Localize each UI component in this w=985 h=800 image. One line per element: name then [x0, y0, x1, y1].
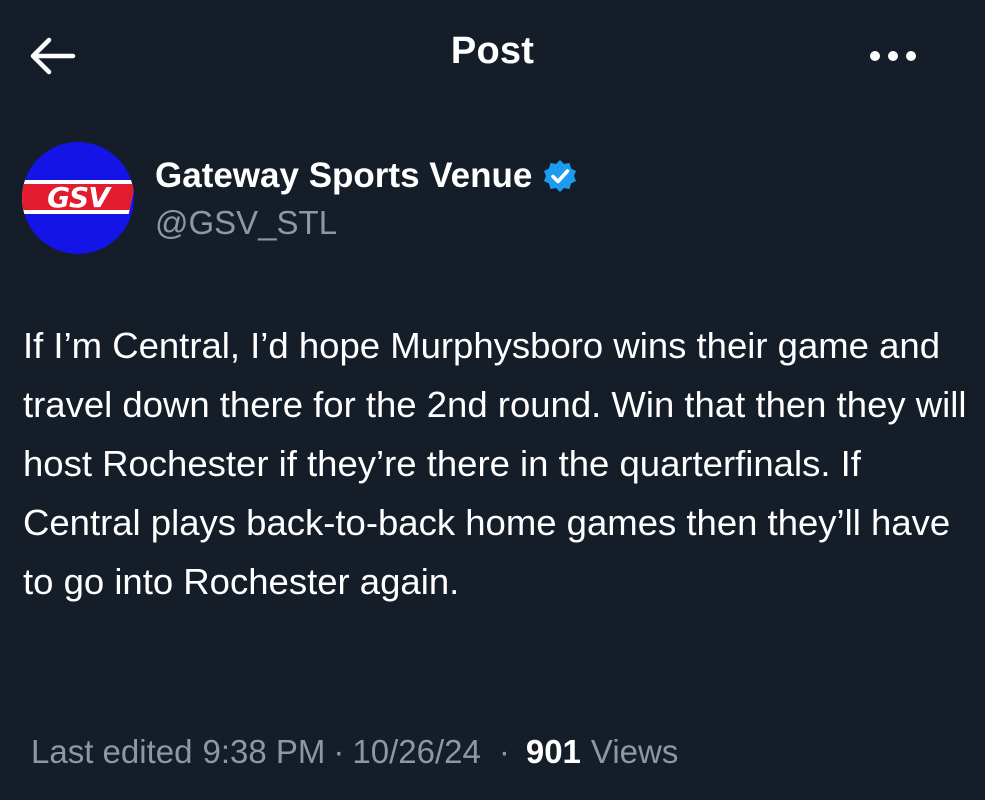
post-page: Post GSV Gateway Sports Venue @GSV_STL I… [0, 0, 985, 800]
gsv-logo-icon: GSV [22, 142, 134, 254]
verified-badge-icon [542, 158, 578, 194]
tweet-text: If I’m Central, I’d hope Murphysboro win… [23, 325, 967, 602]
meta-separator: · [498, 733, 510, 770]
top-bar: Post [0, 0, 985, 112]
svg-text:GSV: GSV [47, 181, 112, 214]
author-handle[interactable]: @GSV_STL [155, 204, 337, 242]
author-name-row[interactable]: Gateway Sports Venue [155, 156, 578, 196]
tweet-meta: Last edited 9:38 PM · 10/26/24 · 901 Vie… [31, 733, 678, 771]
avatar[interactable]: GSV [22, 142, 134, 254]
tweet-date: 10/26/24 [352, 733, 481, 770]
meta-separator: · [333, 733, 345, 770]
tweet-time: 9:38 PM [202, 733, 326, 770]
more-horizontal-icon [870, 51, 916, 61]
author-display-name: Gateway Sports Venue [155, 156, 533, 195]
views-label: Views [590, 733, 679, 770]
more-options-button[interactable] [861, 34, 925, 78]
page-title: Post [450, 30, 535, 72]
author-row: GSV Gateway Sports Venue @GSV_STL [22, 142, 962, 256]
edited-label[interactable]: Last edited [31, 733, 192, 771]
views-count[interactable]: 901 [526, 733, 581, 771]
